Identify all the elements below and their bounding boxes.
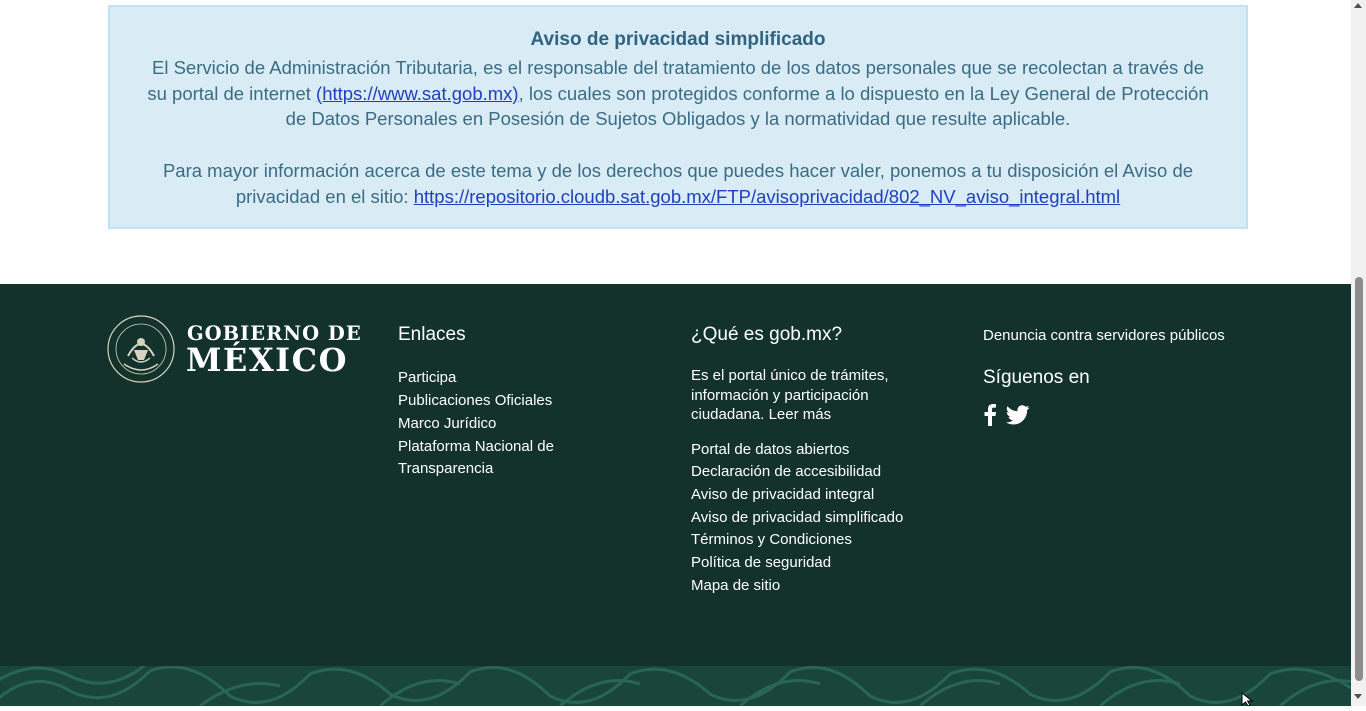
- mouse-cursor-icon: [1241, 692, 1254, 706]
- link-aviso-integral[interactable]: Aviso de privacidad integral: [691, 486, 874, 503]
- link-datos-abiertos[interactable]: Portal de datos abiertos: [691, 441, 849, 458]
- privacy-integral-link[interactable]: https://repositorio.cloudb.sat.gob.mx/FT…: [414, 186, 1120, 207]
- enlaces-column: Enlaces Participa Publicaciones Oficiale…: [398, 324, 598, 481]
- footer: GOBIERNO DE MÉXICO Enlaces Participa Pub…: [0, 284, 1361, 708]
- link-mapa-sitio[interactable]: Mapa de sitio: [691, 577, 780, 594]
- vertical-scrollbar[interactable]: [1351, 0, 1366, 706]
- scroll-down-arrow-icon[interactable]: [1354, 694, 1362, 699]
- link-terminos[interactable]: Términos y Condiciones: [691, 531, 852, 548]
- link-participa[interactable]: Participa: [398, 369, 456, 386]
- que-es-column: ¿Qué es gob.mx? Es el portal único de tr…: [691, 324, 951, 597]
- social-links: [983, 404, 1263, 426]
- twitter-icon[interactable]: [1005, 404, 1030, 426]
- enlaces-title: Enlaces: [398, 324, 466, 345]
- gobierno-mexico-logo[interactable]: GOBIERNO DE MÉXICO: [106, 314, 361, 384]
- notice-title: Aviso de privacidad simplificado: [530, 29, 826, 50]
- privacy-notice: Aviso de privacidad simplificado El Serv…: [108, 5, 1248, 229]
- notice-paragraph-2: Para mayor información acerca de este te…: [124, 158, 1232, 209]
- decorative-pattern: [0, 659, 1361, 708]
- que-es-title: ¿Qué es gob.mx?: [691, 324, 843, 345]
- link-marco-juridico[interactable]: Marco Jurídico: [398, 415, 496, 432]
- scroll-thumb[interactable]: [1355, 277, 1363, 681]
- facebook-icon[interactable]: [983, 404, 997, 426]
- footer-pattern: [0, 659, 1361, 708]
- national-seal-icon: [107, 315, 175, 383]
- link-denuncia[interactable]: Denuncia contra servidores públicos: [983, 327, 1263, 344]
- link-aviso-simplificado[interactable]: Aviso de privacidad simplificado: [691, 509, 903, 526]
- notice-paragraph-1: El Servicio de Administración Tributaria…: [140, 55, 1216, 132]
- link-politica-seguridad[interactable]: Política de seguridad: [691, 554, 831, 571]
- sat-portal-link[interactable]: (https://www.sat.gob.mx): [316, 83, 519, 104]
- link-plataforma-transparencia[interactable]: Plataforma Nacional de Transparencia: [398, 438, 554, 477]
- que-es-description: Es el portal único de trámites, informac…: [691, 367, 889, 423]
- siguenos-title: Síguenos en: [983, 367, 1090, 388]
- logo-line-2: MÉXICO: [186, 341, 348, 379]
- link-publicaciones-oficiales[interactable]: Publicaciones Oficiales: [398, 392, 552, 409]
- link-accesibilidad[interactable]: Declaración de accesibilidad: [691, 463, 881, 480]
- scroll-up-arrow-icon[interactable]: [1354, 3, 1362, 8]
- contact-column: Denuncia contra servidores públicos Sígu…: [983, 327, 1263, 426]
